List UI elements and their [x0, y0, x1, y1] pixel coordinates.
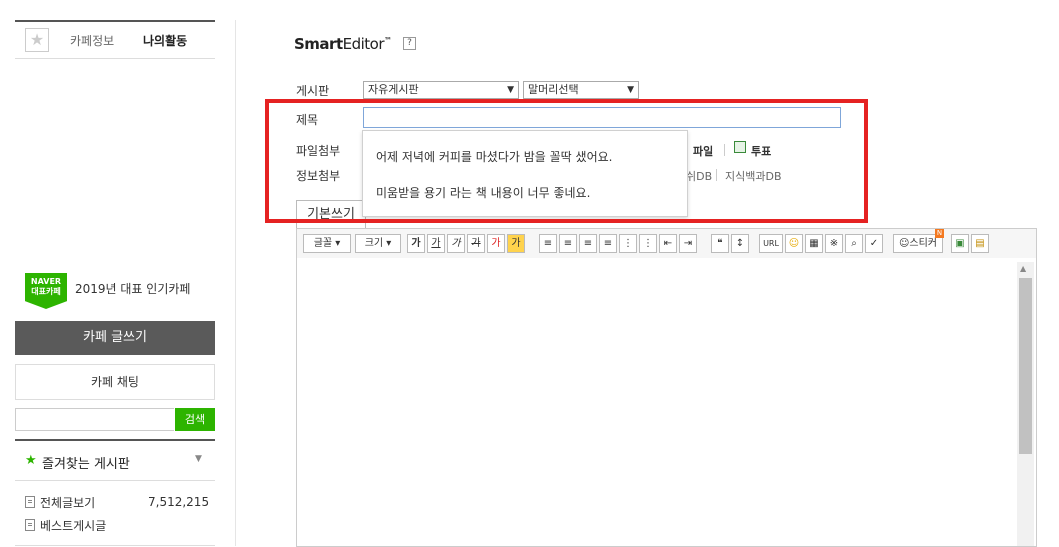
- chevron-down-icon: ▼: [627, 85, 634, 95]
- bg-color-button[interactable]: 가: [507, 234, 525, 253]
- ordered-list-icon[interactable]: ⋮: [619, 234, 637, 253]
- align-left-icon[interactable]: ≡: [539, 234, 557, 253]
- cafe-search-input[interactable]: [15, 408, 174, 431]
- divider: [15, 58, 215, 59]
- star-icon: ★: [25, 453, 37, 468]
- quote-button[interactable]: ❝: [711, 234, 729, 253]
- board-select[interactable]: 자유게시판 ▼: [363, 81, 519, 99]
- strike-button[interactable]: 가: [467, 234, 485, 253]
- sidebar-item-all-posts[interactable]: 전체글보기: [40, 494, 95, 511]
- help-icon[interactable]: ?: [403, 37, 416, 50]
- sidebar-top-divider: [15, 20, 215, 22]
- font-select[interactable]: 글꼴 ▾: [303, 234, 351, 253]
- line-height-icon[interactable]: ↕: [731, 234, 749, 253]
- chevron-down-icon: ▼: [507, 85, 514, 95]
- content-divider: [235, 20, 236, 546]
- cafe-chat-button[interactable]: 카페 채팅: [15, 364, 215, 400]
- spellcheck-icon[interactable]: ✓: [865, 234, 883, 253]
- cafe-write-button[interactable]: 카페 글쓰기: [15, 321, 215, 355]
- align-justify-icon[interactable]: ≡: [599, 234, 617, 253]
- smarteditor-logo: SmartEditor™: [294, 35, 392, 53]
- scrollbar-thumb[interactable]: [1019, 278, 1032, 454]
- bold-button[interactable]: 가: [407, 234, 425, 253]
- url-button[interactable]: URL: [759, 234, 783, 253]
- tab-my-activity[interactable]: 나의활동: [143, 32, 187, 49]
- new-badge: N: [935, 229, 944, 238]
- star-icon[interactable]: ★: [25, 28, 49, 52]
- editor-toolbar: 글꼴 ▾ 크기 ▾ 가 가 가 가 가 가 ≡ ≡ ≡ ≡ ⋮ ⋮ ⇤ ⇥ ❝ …: [296, 228, 1037, 259]
- italic-button[interactable]: 가: [447, 234, 465, 253]
- template-icon[interactable]: ▣: [951, 234, 969, 253]
- post-count: 7,512,215: [148, 495, 210, 509]
- font-color-button[interactable]: 가: [487, 234, 505, 253]
- table-icon[interactable]: ▦: [805, 234, 823, 253]
- special-char-icon[interactable]: ※: [825, 234, 843, 253]
- editor-body[interactable]: [296, 258, 1037, 547]
- align-center-icon[interactable]: ≡: [559, 234, 577, 253]
- list-icon: [25, 496, 35, 508]
- indent-icon[interactable]: ⇥: [679, 234, 697, 253]
- underline-button[interactable]: 가: [427, 234, 445, 253]
- unordered-list-icon[interactable]: ⋮: [639, 234, 657, 253]
- chevron-down-icon[interactable]: ▼: [195, 454, 202, 464]
- list-icon: [25, 519, 35, 531]
- sidebar-item-best-posts[interactable]: 베스트게시글: [40, 517, 106, 534]
- find-icon[interactable]: ⌕: [845, 234, 863, 253]
- cafe-search-button[interactable]: 검색: [175, 408, 215, 431]
- divider: [15, 480, 215, 481]
- highlight-frame: [265, 99, 868, 223]
- outdent-icon[interactable]: ⇤: [659, 234, 677, 253]
- scroll-up-icon[interactable]: ▲: [1020, 264, 1026, 273]
- align-right-icon[interactable]: ≡: [579, 234, 597, 253]
- sidebar: ★ 카페정보 나의활동 NAVER 대표카페 2019년 대표 인기카페 카페 …: [15, 20, 215, 546]
- tab-cafe-info[interactable]: 카페정보: [70, 32, 114, 49]
- naver-badge-label: 2019년 대표 인기카페: [75, 282, 191, 296]
- layout-icon[interactable]: ▤: [971, 234, 989, 253]
- size-select[interactable]: 크기 ▾: [355, 234, 401, 253]
- emoticon-icon[interactable]: ☺: [785, 234, 803, 253]
- naver-badge-icon: NAVER 대표카페: [25, 273, 67, 309]
- favorites-label[interactable]: 즐겨찾는 게시판: [42, 453, 130, 472]
- divider: [15, 439, 215, 441]
- header-select[interactable]: 말머리선택 ▼: [523, 81, 639, 99]
- board-label: 게시판: [296, 84, 330, 98]
